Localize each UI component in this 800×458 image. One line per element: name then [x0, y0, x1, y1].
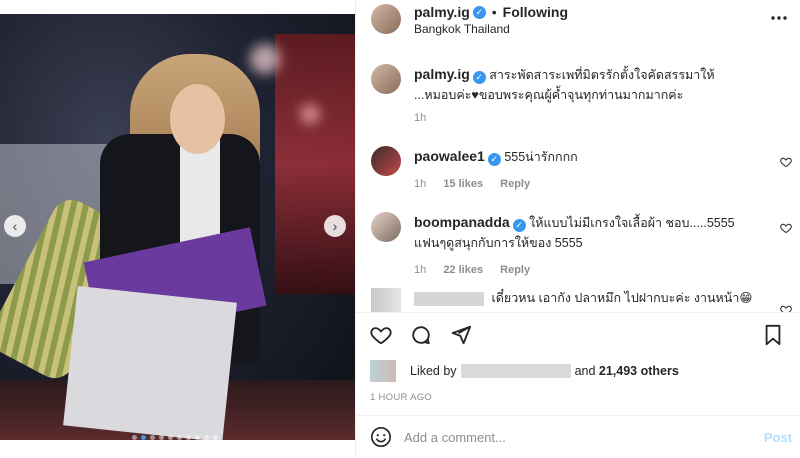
- comments-list[interactable]: palmy.ig ✓ สาระพัดสาระเพที่มิตรรักตั้งใจค…: [356, 44, 800, 312]
- carousel-dot: [168, 435, 173, 440]
- liked-by-avatar: [370, 360, 396, 382]
- carousel-dot: [177, 435, 182, 440]
- separator-dot: •: [491, 4, 497, 20]
- verified-badge-icon: ✓: [512, 219, 526, 232]
- comment-body: paowalee1 ✓ 555น่ารักกกก: [414, 146, 754, 167]
- caption-username[interactable]: palmy.ig: [414, 66, 470, 82]
- performer-skirt: [63, 286, 237, 440]
- carousel-dot: [141, 435, 146, 440]
- avatar[interactable]: [371, 288, 401, 312]
- save-button[interactable]: [762, 324, 784, 346]
- redacted-username: [414, 291, 484, 306]
- like-button[interactable]: [370, 324, 392, 346]
- post-button[interactable]: Post: [764, 430, 792, 445]
- comment-text: 555น่ารักกกก: [504, 150, 578, 164]
- reply-button[interactable]: Reply: [500, 178, 530, 190]
- comment-meta: 1h 15 likes Reply: [414, 178, 530, 190]
- stage-light: [250, 44, 280, 74]
- carousel-dot: [195, 435, 200, 440]
- carousel-dots: [132, 435, 218, 440]
- comment-input[interactable]: [404, 424, 734, 450]
- post-timestamp[interactable]: 1 HOUR AGO: [370, 392, 432, 403]
- post-header: palmy.ig ✓ • Following Bangkok Thailand: [356, 0, 800, 44]
- likes-others-link[interactable]: 21,493 others: [599, 364, 679, 378]
- following-button[interactable]: Following: [503, 4, 568, 20]
- liked-by-connector: and: [574, 364, 596, 378]
- carousel-dot: [213, 435, 218, 440]
- stage-rig: [275, 34, 355, 294]
- stage-light: [300, 104, 320, 124]
- caption-time: 1h: [414, 112, 427, 124]
- carousel-dot: [186, 435, 191, 440]
- comment-meta: 1h 22 likes Reply: [414, 264, 530, 276]
- redacted-liker: [460, 364, 571, 378]
- avatar[interactable]: [371, 4, 401, 34]
- carousel-next-button[interactable]: ›: [324, 215, 346, 237]
- post-panel: palmy.ig ✓ • Following Bangkok Thailand …: [355, 0, 800, 458]
- location-link[interactable]: Bangkok Thailand: [414, 22, 510, 36]
- header-username[interactable]: palmy.ig: [414, 4, 470, 20]
- verified-badge-icon: ✓: [472, 5, 486, 19]
- more-options-icon[interactable]: [769, 8, 789, 33]
- verified-badge-icon: ✓: [487, 153, 501, 166]
- divider: [356, 312, 800, 313]
- post-photo[interactable]: [0, 14, 355, 440]
- emoji-icon: [371, 427, 391, 447]
- comment-body: boompanadda ✓ ให้แบบไม่มีเกรงใจเลื้อผ้า ช…: [414, 212, 754, 253]
- carousel-dot: [150, 435, 155, 440]
- heart-icon: [370, 327, 392, 345]
- header-name-row: palmy.ig ✓ • Following: [414, 4, 568, 20]
- share-button[interactable]: [450, 324, 472, 346]
- likes-summary: Liked by and 21,493 others: [370, 359, 679, 383]
- action-bar: [370, 324, 472, 346]
- caption-meta: 1h: [414, 112, 426, 124]
- avatar[interactable]: [371, 64, 401, 94]
- heart-icon[interactable]: [780, 304, 792, 312]
- share-icon: [451, 325, 472, 345]
- reply-button[interactable]: Reply: [500, 264, 530, 276]
- chevron-left-icon: ‹: [12, 218, 18, 234]
- comment-username[interactable]: boompanadda: [414, 214, 510, 230]
- post-media: ‹ ›: [0, 0, 355, 458]
- emoji-button[interactable]: [370, 426, 392, 448]
- chevron-right-icon: ›: [332, 218, 338, 234]
- carousel-dot: [204, 435, 209, 440]
- comment-username[interactable]: paowalee1: [414, 148, 485, 164]
- avatar[interactable]: [371, 212, 401, 242]
- comment-likes[interactable]: 15 likes: [443, 178, 483, 190]
- comment-likes[interactable]: 22 likes: [443, 264, 483, 276]
- caption-body: palmy.ig ✓ สาระพัดสาระเพที่มิตรรักตั้งใจค…: [414, 64, 754, 105]
- liked-by-prefix: Liked by: [410, 364, 457, 378]
- carousel-dot: [132, 435, 137, 440]
- comment-time: 1h: [414, 264, 427, 276]
- performer-face: [170, 84, 225, 154]
- avatar[interactable]: [371, 146, 401, 176]
- comment-button[interactable]: [410, 324, 432, 346]
- heart-icon[interactable]: [780, 156, 792, 168]
- carousel-dot: [159, 435, 164, 440]
- bookmark-icon: [765, 324, 781, 346]
- carousel-prev-button[interactable]: ‹: [4, 215, 26, 237]
- comment-time: 1h: [414, 178, 427, 190]
- heart-icon[interactable]: [780, 222, 792, 234]
- comment-icon: [412, 326, 430, 345]
- verified-badge-icon: ✓: [472, 71, 486, 84]
- comment-body: เดี๋ยวหน เอากัง ปลาหมึก ไปฝากบะค่ะ งานหน…: [414, 288, 754, 312]
- comment-form: Post: [356, 416, 800, 458]
